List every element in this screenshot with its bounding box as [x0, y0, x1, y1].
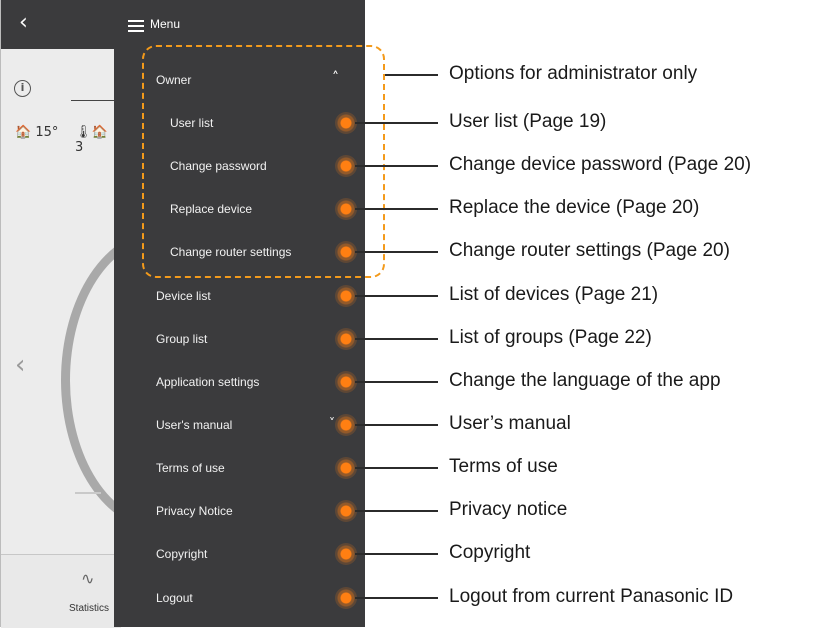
menu-header: Menu — [114, 0, 365, 48]
menu-item-label: Group list — [156, 332, 208, 346]
callout-marker-dot — [335, 587, 357, 609]
callout-line — [355, 381, 438, 383]
callout-marker-dot — [335, 328, 357, 350]
callout-marker-dot — [335, 457, 357, 479]
callout-line — [385, 74, 404, 76]
callout-group-list: List of groups (Page 22) — [449, 327, 652, 348]
statistics-label[interactable]: Statistics — [69, 603, 109, 614]
callout-line — [355, 165, 438, 167]
callout-line — [404, 74, 438, 76]
callout-terms-of-use: Terms of use — [449, 456, 558, 477]
menu-item-users-manual[interactable]: User's manual ˅ — [114, 411, 365, 441]
menu-title: Menu — [150, 17, 181, 31]
callout-privacy-notice: Privacy notice — [449, 499, 568, 520]
callout-line — [355, 510, 438, 512]
callout-copyright: Copyright — [449, 542, 531, 563]
background-app-screen: ‹ i 🏠 15° 🌡🏠 3 ‹ ∿ Statistics — [0, 0, 261, 628]
callout-line — [355, 338, 438, 340]
info-icon[interactable]: i — [14, 80, 31, 97]
menu-item-device-list[interactable]: Device list — [114, 282, 365, 312]
menu-item-terms-of-use[interactable]: Terms of use — [114, 454, 365, 484]
callout-line — [355, 424, 438, 426]
menu-item-label: Privacy Notice — [156, 504, 233, 518]
callout-app-settings: Change the language of the app — [449, 370, 721, 391]
callout-logout: Logout from current Panasonic ID — [449, 586, 734, 607]
callout-marker-dot — [335, 371, 357, 393]
menu-item-label: Application settings — [156, 375, 260, 389]
callout-line — [355, 553, 438, 555]
previous-chevron-icon[interactable]: ‹ — [15, 350, 25, 380]
menu-item-group-list[interactable]: Group list — [114, 325, 365, 355]
menu-item-label: User's manual — [156, 418, 233, 432]
callout-line — [355, 295, 438, 297]
background-dash — [75, 492, 101, 494]
callout-line — [355, 597, 438, 599]
callout-device-list: List of devices (Page 21) — [449, 284, 659, 305]
admin-options-highlight-box — [142, 45, 385, 278]
hamburger-icon[interactable] — [128, 20, 144, 32]
callout-user-list: User list (Page 19) — [449, 111, 607, 132]
menu-item-logout[interactable]: Logout — [114, 584, 365, 614]
statistics-icon[interactable]: ∿ — [81, 569, 94, 588]
back-chevron-icon[interactable]: ‹ — [19, 12, 28, 34]
menu-item-label: Logout — [156, 591, 193, 605]
menu-item-label: Terms of use — [156, 461, 225, 475]
menu-item-label: Device list — [156, 289, 211, 303]
callout-line — [355, 208, 438, 210]
menu-item-application-settings[interactable]: Application settings — [114, 368, 365, 398]
callout-line — [355, 122, 438, 124]
callout-router-settings: Change router settings (Page 20) — [449, 240, 730, 261]
menu-item-privacy-notice[interactable]: Privacy Notice — [114, 497, 365, 527]
background-bottom-bar: ∿ Statistics — [1, 554, 121, 628]
callout-marker-dot — [335, 500, 357, 522]
callout-line — [355, 251, 438, 253]
callout-line — [355, 467, 438, 469]
menu-item-copyright[interactable]: Copyright — [114, 540, 365, 570]
callout-change-password: Change device password (Page 20) — [449, 154, 752, 175]
callout-admin-options: Options for administrator only — [449, 63, 698, 84]
callout-users-manual: User’s manual — [449, 413, 571, 434]
callout-marker-dot — [335, 285, 357, 307]
callout-replace-device: Replace the device (Page 20) — [449, 197, 700, 218]
indoor-temperature: 🏠 15° — [15, 125, 59, 140]
menu-item-label: Copyright — [156, 547, 208, 561]
callout-marker-dot — [335, 543, 357, 565]
callout-marker-dot — [335, 414, 357, 436]
background-top-bar: ‹ — [1, 0, 121, 49]
